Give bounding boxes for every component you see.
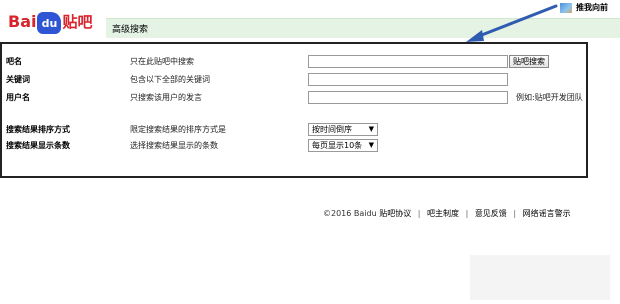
- username-example-hint: 例如:贴吧开发团队: [516, 93, 583, 102]
- form-row-sort-order: 搜索结果排序方式 限定搜索结果的排序方式是 按时间倒序 ▼: [6, 122, 586, 138]
- bar-name-description: 只在此贴吧中搜索: [130, 57, 194, 66]
- dropdown-caret-icon: ▼: [368, 125, 374, 133]
- home-link-label: 推我向前: [576, 3, 608, 12]
- watermark-overlay: [470, 255, 610, 300]
- advanced-search-form: 吧名 只在此贴吧中搜索 贴吧搜索 关键词 包含以下全部的关键词 用户名 只搜索该…: [0, 42, 588, 178]
- baidu-tieba-logo[interactable]: Bai du 贴吧: [8, 8, 108, 40]
- dropdown-caret-icon: ▼: [368, 141, 374, 149]
- home-icon: [560, 2, 572, 13]
- results-count-select[interactable]: 每页显示10条 ▼: [308, 139, 378, 152]
- logo-text-du: du: [41, 16, 58, 30]
- home-link[interactable]: 推我向前: [560, 2, 608, 13]
- keywords-description: 包含以下全部的关键词: [130, 75, 210, 84]
- footer-link-rumor-warning[interactable]: 网络谣言警示: [523, 209, 571, 218]
- logo-text-tieba: 贴吧: [62, 13, 93, 31]
- footer-link-tieba-agreement[interactable]: 贴吧协议: [379, 209, 411, 218]
- username-label: 用户名: [6, 93, 30, 102]
- tieba-search-button[interactable]: 贴吧搜索: [509, 55, 549, 68]
- footer-separator: |: [513, 209, 517, 218]
- bar-name-input[interactable]: [308, 55, 508, 68]
- form-row-results-count: 搜索结果显示条数 选择搜索结果显示的条数 每页显示10条 ▼: [6, 138, 586, 154]
- keywords-input[interactable]: [308, 73, 508, 86]
- username-input[interactable]: [308, 91, 508, 104]
- annotation-arrow-icon: [466, 4, 558, 42]
- keywords-label: 关键词: [6, 75, 30, 84]
- sort-order-select[interactable]: 按时间倒序 ▼: [308, 123, 378, 136]
- page-title: 高级搜索: [112, 25, 149, 35]
- footer-separator: |: [465, 209, 469, 218]
- footer-link-feedback[interactable]: 意见反馈: [475, 209, 507, 218]
- results-count-label: 搜索结果显示条数: [6, 141, 70, 150]
- results-count-description: 选择搜索结果显示的条数: [130, 141, 218, 150]
- sort-order-description: 限定搜索结果的排序方式是: [130, 125, 226, 134]
- sort-order-selected-value: 按时间倒序: [312, 125, 352, 134]
- sort-order-label: 搜索结果排序方式: [6, 125, 70, 134]
- username-description: 只搜索该用户的发言: [130, 93, 202, 102]
- bar-name-label: 吧名: [6, 57, 22, 66]
- copyright-text: ©2016 Baidu: [323, 209, 377, 218]
- form-row-bar-name: 吧名 只在此贴吧中搜索 贴吧搜索: [6, 54, 586, 70]
- page-footer: ©2016 Baidu 贴吧协议 | 吧主制度 | 意见反馈 | 网络谣言警示: [323, 208, 571, 219]
- results-count-selected-value: 每页显示10条: [312, 141, 363, 150]
- logo-paw-icon: du: [37, 11, 62, 34]
- logo-text-bai: Bai: [8, 12, 37, 31]
- footer-link-moderator-rules[interactable]: 吧主制度: [427, 209, 459, 218]
- footer-separator: |: [417, 209, 421, 218]
- form-row-username: 用户名 只搜索该用户的发言 例如:贴吧开发团队: [6, 90, 586, 106]
- form-row-keywords: 关键词 包含以下全部的关键词: [6, 72, 586, 88]
